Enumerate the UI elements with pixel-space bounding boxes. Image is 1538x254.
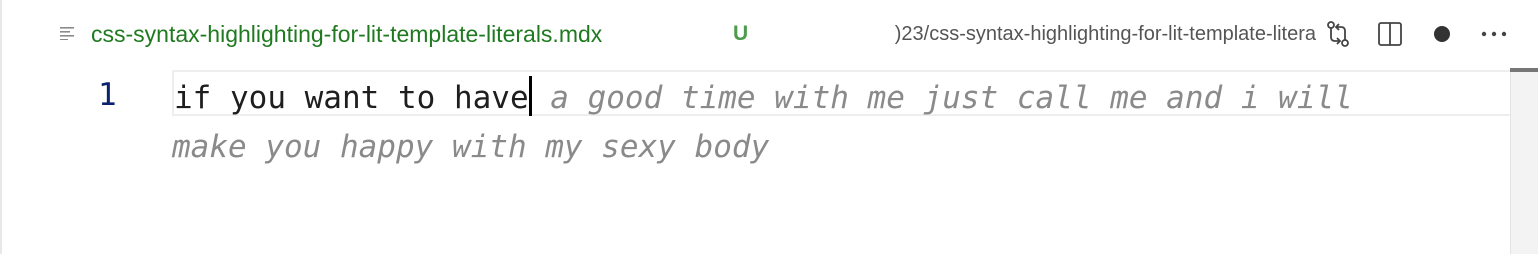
inline-suggestion-line-2[interactable]: make you happy with my sexy body: [172, 128, 769, 166]
compare-changes-icon: [1323, 19, 1353, 49]
inline-suggestion-line-1[interactable]: a good time with me just call me and i w…: [532, 80, 1353, 116]
code-line-1[interactable]: if you want to have a good time with me …: [174, 76, 1353, 117]
unsaved-changes-indicator[interactable]: [1424, 17, 1460, 51]
file-path: )23/css-syntax-highlighting-for-lit-temp…: [894, 23, 1316, 45]
file-name-tab[interactable]: css-syntax-highlighting-for-lit-template…: [91, 20, 602, 48]
git-untracked-badge: U: [733, 22, 749, 45]
more-actions-button[interactable]: [1476, 17, 1512, 51]
lines-icon: [60, 26, 76, 40]
breadcrumb[interactable]: )23/css-syntax-highlighting-for-lit-temp…: [758, 18, 1316, 50]
typed-text[interactable]: if you want to have: [174, 80, 529, 116]
editor-tab-bar: css-syntax-highlighting-for-lit-template…: [2, 0, 1538, 66]
split-editor-icon: [1376, 20, 1404, 48]
line-number: 1: [98, 77, 117, 113]
scrollbar-position-marker: [1510, 68, 1538, 72]
editor-pane: css-syntax-highlighting-for-lit-template…: [0, 0, 1538, 254]
more-actions-icon: [1480, 30, 1508, 38]
split-editor-button[interactable]: [1372, 17, 1408, 51]
unsaved-dot-icon: [1433, 25, 1451, 43]
vertical-scrollbar[interactable]: [1510, 68, 1538, 254]
compare-changes-button[interactable]: [1320, 17, 1356, 51]
